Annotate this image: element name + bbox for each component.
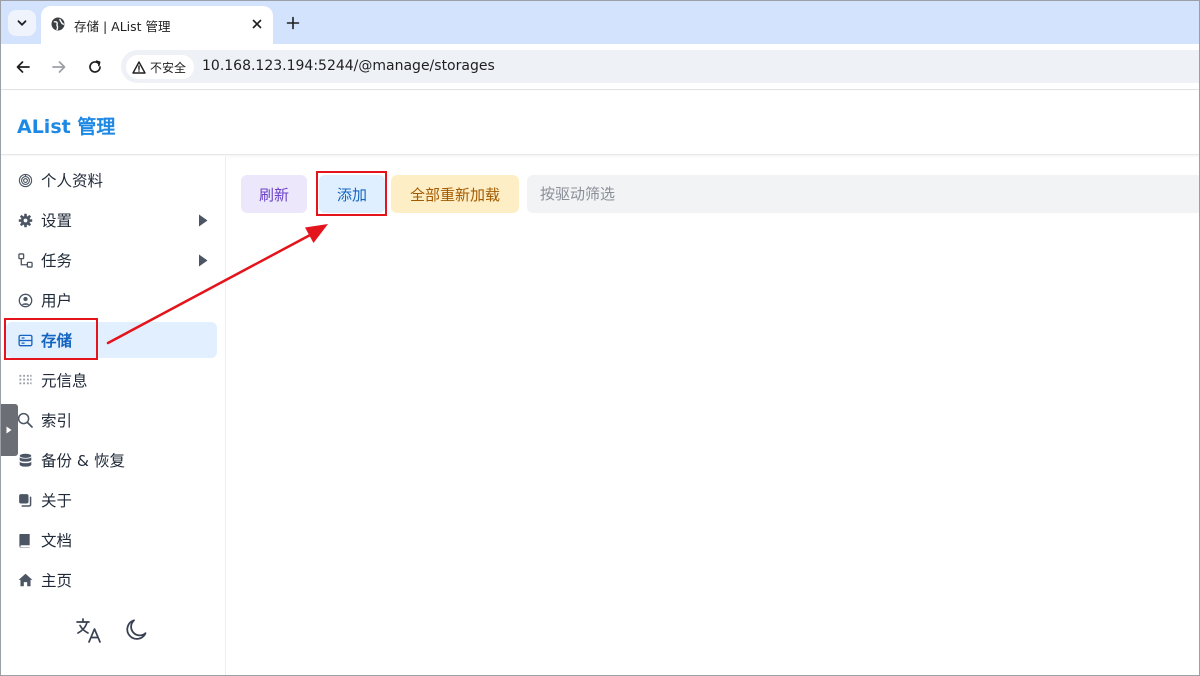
sidebar-item-backup-restore[interactable]: 备份 & 恢复: [6, 442, 217, 478]
sidebar-item-label: 元信息: [41, 372, 88, 390]
arrow-left-icon: [16, 61, 30, 73]
sidebar-item-docs[interactable]: 文档: [6, 522, 217, 558]
refresh-button[interactable]: 刷新: [241, 175, 307, 213]
browser-tab-bar: 存储 | AList 管理: [0, 0, 1200, 44]
main-content: 刷新 添加 全部重新加载: [226, 156, 1200, 676]
sidebar-item-metadata[interactable]: 元信息: [6, 362, 217, 398]
search-icon: [17, 412, 33, 428]
security-label: 不安全: [150, 60, 187, 75]
tab-close-button[interactable]: [249, 16, 265, 32]
sidebar-item-label: 关于: [41, 492, 73, 510]
sidebar-item-label: 用户: [41, 292, 73, 310]
translate-icon: [76, 618, 101, 643]
storage-icon: [17, 332, 33, 348]
sidebar-item-home[interactable]: 主页: [6, 562, 217, 598]
new-tab-button[interactable]: [282, 12, 304, 34]
close-icon: [252, 19, 262, 29]
caret-right-icon: [197, 213, 209, 227]
database-icon: [17, 452, 33, 468]
user-circle-icon: [17, 292, 33, 308]
sidebar-item-label: 个人资料: [41, 172, 104, 190]
tab-title: 存储 | AList 管理: [74, 19, 171, 34]
sidebar-item-settings[interactable]: 设置: [6, 202, 217, 238]
sidebar-item-label: 存储: [41, 332, 73, 350]
sidebar: 个人资料 设置 任务 用户 存储 元信息 索引 备份 & 恢复 关于 文档 主页: [0, 156, 226, 676]
app-header: AList 管理: [0, 91, 1200, 155]
forward-button[interactable]: [48, 56, 70, 78]
flow-icon: [17, 252, 33, 268]
chevron-down-icon: [17, 20, 27, 26]
app-title[interactable]: AList 管理: [17, 112, 115, 139]
reload-button[interactable]: [84, 56, 106, 78]
plus-icon: [286, 16, 300, 30]
book-icon: [17, 532, 33, 548]
sidebar-item-label: 文档: [41, 532, 73, 550]
sidebar-item-label: 索引: [41, 412, 73, 430]
driver-filter-input[interactable]: [527, 175, 1200, 213]
add-storage-button[interactable]: 添加: [319, 175, 385, 213]
sidebar-item-about[interactable]: 关于: [6, 482, 217, 518]
metadata-grid-icon: [17, 372, 33, 388]
sidebar-item-label: 设置: [41, 212, 73, 230]
fingerprint-icon: [17, 172, 33, 188]
sidebar-item-profile[interactable]: 个人资料: [6, 162, 217, 198]
url-text[interactable]: 10.168.123.194:5244/@manage/storages: [202, 58, 495, 74]
warning-triangle-icon: [132, 60, 146, 74]
copy-icon: [17, 492, 33, 508]
security-indicator[interactable]: 不安全: [126, 55, 194, 79]
reload-icon: [89, 60, 101, 73]
back-button[interactable]: [12, 56, 34, 78]
browser-tab[interactable]: 存储 | AList 管理: [41, 6, 273, 44]
sidebar-item-index[interactable]: 索引: [6, 402, 217, 438]
sidebar-item-label: 任务: [41, 252, 73, 270]
address-bar[interactable]: 不安全 10.168.123.194:5244/@manage/storages: [121, 50, 1200, 83]
language-switch-button[interactable]: [75, 616, 103, 644]
sidebar-item-users[interactable]: 用户: [6, 282, 217, 318]
caret-right-icon: [6, 426, 12, 434]
theme-toggle-button[interactable]: [123, 616, 151, 644]
gear-icon: [17, 212, 33, 228]
sidebar-item-tasks[interactable]: 任务: [6, 242, 217, 278]
arrow-right-icon: [52, 61, 66, 73]
browser-toolbar: 不安全 10.168.123.194:5244/@manage/storages: [0, 44, 1200, 90]
home-icon: [17, 572, 33, 588]
globe-icon: [51, 17, 65, 31]
sidebar-toggle-handle[interactable]: [0, 404, 18, 456]
moon-icon: [126, 619, 147, 640]
sidebar-item-label: 主页: [41, 572, 73, 590]
sidebar-item-label: 备份 & 恢复: [41, 452, 125, 470]
reload-all-button[interactable]: 全部重新加载: [391, 175, 519, 213]
tab-search-button[interactable]: [8, 10, 36, 36]
caret-right-icon: [197, 253, 209, 267]
sidebar-item-storage[interactable]: 存储: [6, 322, 217, 358]
